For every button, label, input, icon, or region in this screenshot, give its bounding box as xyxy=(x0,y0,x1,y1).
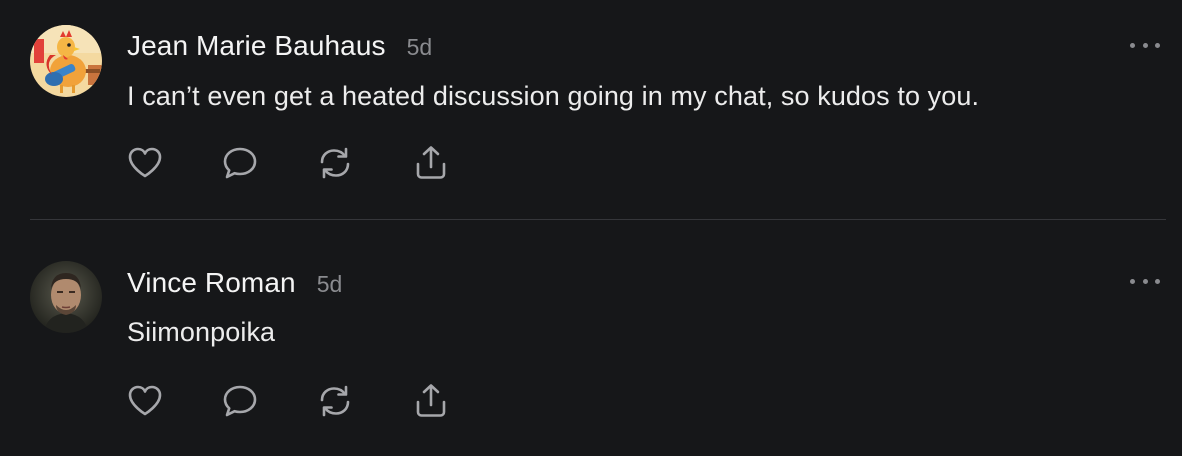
timestamp[interactable]: 5d xyxy=(407,34,433,61)
restack-arrows-icon xyxy=(320,385,350,417)
heart-icon xyxy=(128,385,162,416)
avatar[interactable] xyxy=(30,25,102,97)
share-upload-icon xyxy=(416,384,446,417)
more-options-button[interactable] xyxy=(1130,40,1160,50)
restack-button[interactable] xyxy=(315,143,355,183)
comment-text: Siimonpoika xyxy=(127,317,276,347)
more-icon-dot xyxy=(1142,278,1148,284)
share-upload-icon xyxy=(416,146,446,179)
avatar-illustration-rooster xyxy=(30,25,102,97)
restack-button[interactable] xyxy=(315,381,355,421)
restack-arrows-icon xyxy=(320,147,350,179)
speech-bubble-icon xyxy=(223,147,257,179)
comment-header: Vince Roman 5d xyxy=(127,267,342,299)
more-options-button[interactable] xyxy=(1130,276,1160,286)
speech-bubble-icon xyxy=(223,385,257,417)
avatar-photo-portrait xyxy=(30,261,102,333)
comment-header: Jean Marie Bauhaus 5d xyxy=(127,30,432,62)
comment-button[interactable] xyxy=(220,381,260,421)
more-icon-dot xyxy=(1142,42,1148,48)
comment-text: I can’t even get a heated discussion goi… xyxy=(127,81,980,111)
share-button[interactable] xyxy=(411,381,451,421)
more-icon-dot xyxy=(1155,278,1160,284)
more-icon-dot xyxy=(1155,42,1160,48)
more-icon-dot xyxy=(1130,42,1135,48)
comment-item: Jean Marie Bauhaus 5d I can’t even get a… xyxy=(0,0,1182,219)
heart-icon xyxy=(128,147,162,178)
timestamp[interactable]: 5d xyxy=(317,271,343,298)
like-button[interactable] xyxy=(125,143,165,183)
author-name[interactable]: Jean Marie Bauhaus xyxy=(127,30,386,62)
share-button[interactable] xyxy=(411,143,451,183)
more-icon-dot xyxy=(1130,278,1135,284)
comment-button[interactable] xyxy=(220,143,260,183)
avatar[interactable] xyxy=(30,261,102,333)
like-button[interactable] xyxy=(125,381,165,421)
author-name[interactable]: Vince Roman xyxy=(127,267,296,299)
comment-item: Vince Roman 5d Siimonpoika xyxy=(0,220,1182,456)
